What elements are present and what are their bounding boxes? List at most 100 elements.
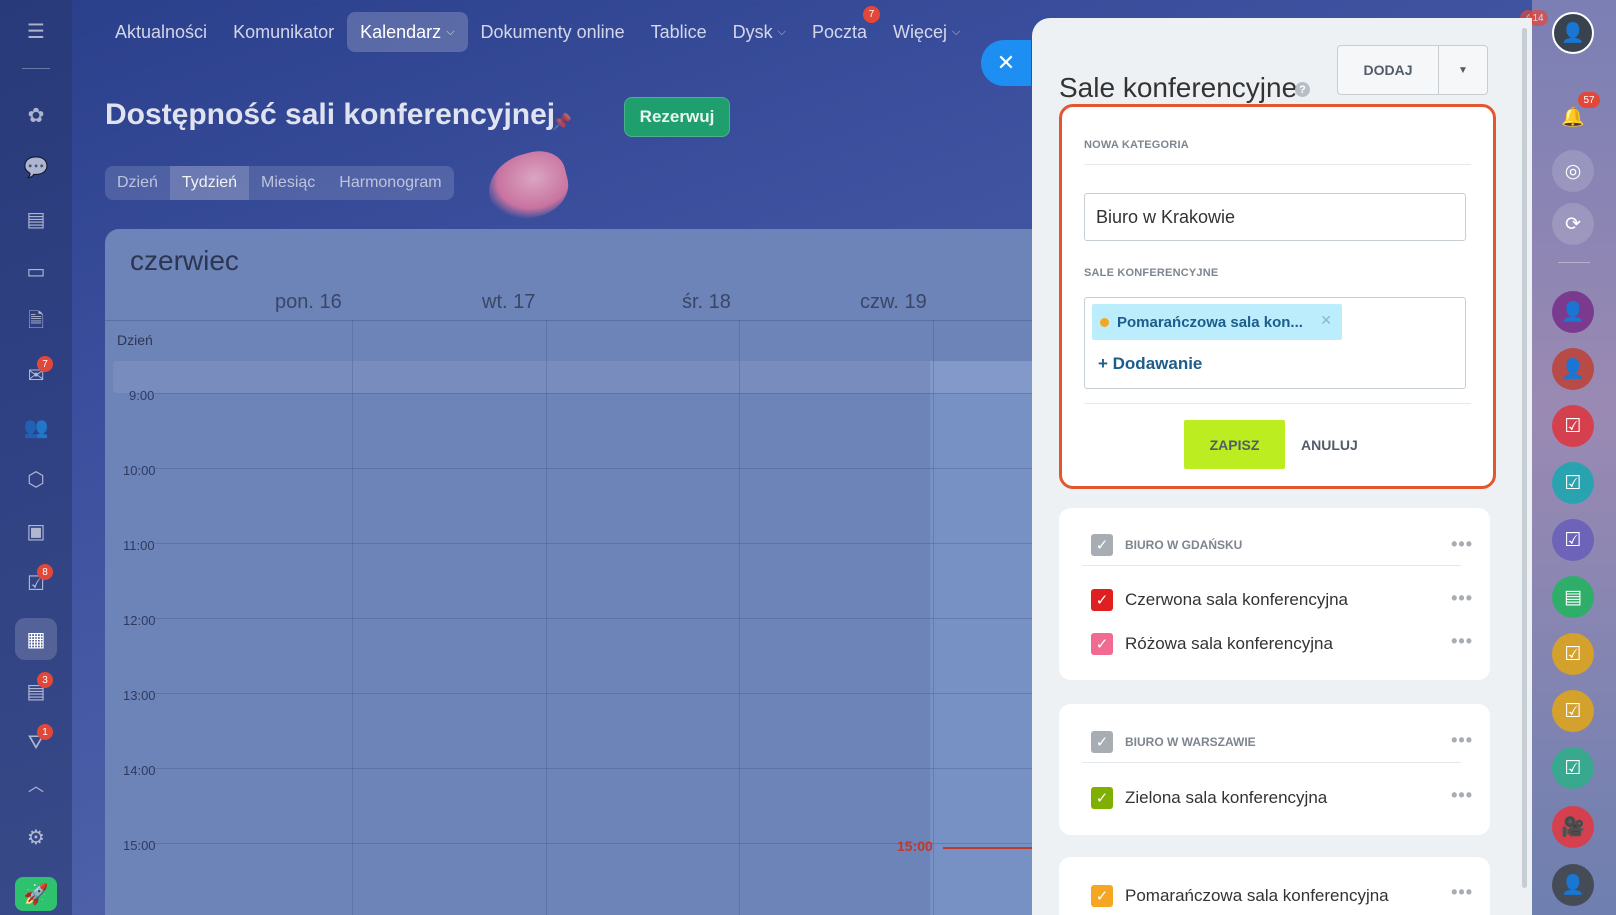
contact-card-icon[interactable]: ▤ 3 xyxy=(15,670,57,712)
today-column xyxy=(930,361,1045,915)
chat-icon[interactable]: 💬 xyxy=(15,146,57,188)
poczta-badge: 7 xyxy=(863,6,881,23)
video-call-icon[interactable]: 🎥 xyxy=(1552,806,1594,848)
checkbox-icon[interactable]: ✓ xyxy=(1091,589,1113,611)
nav-item-kalendarz[interactable]: Kalendarz ⌵ xyxy=(347,12,468,52)
time-label: 10:00 xyxy=(123,463,156,478)
chat-avatar[interactable]: 👤 xyxy=(1552,291,1594,333)
allday-band xyxy=(113,361,1045,393)
checkbox-icon[interactable]: ✓ xyxy=(1091,633,1113,655)
calendar-icon[interactable]: ▦ xyxy=(15,618,57,660)
chat-avatar[interactable]: 👤 xyxy=(1552,864,1594,906)
category-name: BIURO W GDAŃSKU xyxy=(1125,538,1243,552)
remove-icon[interactable]: ✕ xyxy=(1320,312,1332,329)
panel-scrollbar[interactable] xyxy=(1522,28,1527,888)
cancel-button[interactable]: ANULUJ xyxy=(1301,420,1358,469)
checkbox-icon[interactable]: ✓ xyxy=(1091,885,1113,907)
gear-icon[interactable]: ⚙ xyxy=(15,816,57,858)
more-icon[interactable]: ••• xyxy=(1451,534,1473,555)
room-name: Czerwona sala konferencyjna xyxy=(1125,590,1349,609)
page-title: Dostępność sali konferencyjnej xyxy=(105,98,556,131)
nav-item-dokumenty[interactable]: Dokumenty online xyxy=(468,12,638,52)
tasks-icon[interactable]: ☑ 8 xyxy=(15,562,57,604)
category-header[interactable]: ✓ BIURO W WARSZAWIE xyxy=(1091,731,1256,753)
add-room-link[interactable]: + Dodawanie xyxy=(1098,354,1202,374)
more-icon[interactable]: ••• xyxy=(1451,631,1473,652)
more-icon[interactable]: ••• xyxy=(1451,588,1473,609)
room-item[interactable]: ✓ Różowa sala konferencyjna xyxy=(1091,633,1333,655)
funnel-icon[interactable]: ⛛ 1 xyxy=(15,722,57,764)
sync-chat-icon[interactable]: ⟳ xyxy=(1552,203,1594,245)
more-icon[interactable]: ••• xyxy=(1451,785,1473,806)
nav-item-tablice[interactable]: Tablice xyxy=(638,12,720,52)
checkbox-icon[interactable]: ✓ xyxy=(1091,534,1113,556)
drive-icon[interactable]: ▭ xyxy=(15,250,57,292)
hexagon-icon[interactable]: ⬡ xyxy=(15,458,57,500)
conference-rooms-panel: Sale konferencyjne ? DODAJ ▼ NOWA KATEGO… xyxy=(1032,18,1532,915)
collapse-icon[interactable]: ︿ xyxy=(15,774,57,795)
more-icon[interactable]: ••• xyxy=(1451,730,1473,751)
rooms-selector[interactable]: Pomarańczowa sala kon... ✕ + Dodawanie xyxy=(1084,297,1466,389)
nav-item-aktualnosci[interactable]: Aktualności xyxy=(102,12,220,52)
nav-label: Kalendarz xyxy=(360,21,442,42)
task-chat-icon[interactable]: ☑ xyxy=(1552,690,1594,732)
contacts-icon[interactable]: 👥 xyxy=(15,406,57,448)
sidebar-divider xyxy=(22,68,50,69)
task-chat-icon[interactable]: ☑ xyxy=(1552,747,1594,789)
more-icon[interactable]: ••• xyxy=(1451,882,1473,903)
nav-item-komunikator[interactable]: Komunikator xyxy=(220,12,347,52)
reserve-button[interactable]: Rezerwuj xyxy=(624,97,730,137)
form-divider xyxy=(1084,164,1471,165)
time-label: 9:00 xyxy=(129,388,155,403)
tab-day[interactable]: Dzień xyxy=(105,166,170,200)
copilot-icon[interactable]: ◎ xyxy=(1552,150,1594,192)
time-label: 14:00 xyxy=(123,763,156,778)
nav-label: Poczta xyxy=(812,21,868,42)
new-category-form: NOWA KATEGORIA Biuro w Krakowie SALE KON… xyxy=(1059,104,1496,489)
day-header[interactable]: wt. 17 xyxy=(482,291,535,314)
mail-icon[interactable]: ✉ 7 xyxy=(15,354,57,396)
presentation-icon[interactable]: ▣ xyxy=(15,510,57,552)
checkbox-icon[interactable]: ✓ xyxy=(1091,731,1113,753)
tab-week[interactable]: Tydzień xyxy=(169,166,250,200)
selected-room-tag[interactable]: Pomarańczowa sala kon... ✕ xyxy=(1092,304,1342,340)
nav-label: Komunikator xyxy=(233,21,335,42)
rocket-icon[interactable]: 🚀 xyxy=(15,877,57,911)
room-item[interactable]: ✓ Zielona sala konferencyjna xyxy=(1091,787,1327,809)
category-header[interactable]: ✓ BIURO W GDAŃSKU xyxy=(1091,534,1242,556)
task-chat-icon[interactable]: ☑ xyxy=(1552,462,1594,504)
room-item[interactable]: ✓ Czerwona sala konferencyjna xyxy=(1091,589,1348,611)
documents-icon[interactable]: ▤ xyxy=(15,198,57,240)
day-header[interactable]: śr. 18 xyxy=(682,291,731,314)
tab-month[interactable]: Miesiąc xyxy=(249,166,327,200)
document-chat-icon[interactable]: ▤ xyxy=(1552,576,1594,618)
task-chat-icon[interactable]: ☑ xyxy=(1552,405,1594,447)
add-button-label[interactable]: DODAJ xyxy=(1338,46,1439,94)
day-header[interactable]: czw. 19 xyxy=(860,291,927,314)
room-tag-label: Pomarańczowa sala kon... xyxy=(1117,313,1303,331)
save-button[interactable]: ZAPISZ xyxy=(1184,420,1285,469)
room-item[interactable]: ✓ Pomarańczowa sala konferencyjna xyxy=(1091,885,1389,907)
nav-item-dysk[interactable]: Dysk ⌵ xyxy=(720,12,799,52)
category-name-input[interactable]: Biuro w Krakowie xyxy=(1084,193,1466,241)
nav-item-wiecej[interactable]: Więcej ⌵ xyxy=(880,12,973,52)
pin-icon[interactable]: 📌 xyxy=(552,112,572,132)
task-chat-icon[interactable]: ☑ xyxy=(1552,633,1594,675)
menu-icon[interactable]: ☰ xyxy=(15,10,57,52)
chevron-down-icon[interactable]: ▼ xyxy=(1439,46,1487,94)
bell-icon[interactable]: 🔔 57 xyxy=(1552,92,1600,138)
day-header[interactable]: pon. 16 xyxy=(275,291,342,314)
time-label: 15:00 xyxy=(123,838,156,853)
help-icon[interactable]: ? xyxy=(1295,82,1310,97)
checkbox-icon[interactable]: ✓ xyxy=(1091,787,1113,809)
view-tabs: Dzień Tydzień Miesiąc Harmonogram xyxy=(105,166,454,200)
tab-schedule[interactable]: Harmonogram xyxy=(327,166,453,200)
file-icon[interactable]: 🗎 xyxy=(15,302,57,344)
user-avatar[interactable]: 👤 xyxy=(1552,12,1594,54)
feed-icon[interactable]: ✿ xyxy=(15,94,57,136)
nav-item-poczta[interactable]: Poczta 7 xyxy=(799,6,881,52)
left-sidebar: ☰ ✿ 💬 ▤ ▭ 🗎 ✉ 7 👥 ⬡ ▣ ☑ 8 ▦ ▤ 3 ⛛ 1 ︿ ⚙ … xyxy=(0,0,72,915)
task-chat-icon[interactable]: ☑ xyxy=(1552,519,1594,561)
chat-avatar[interactable]: 👤 xyxy=(1552,348,1594,390)
close-icon[interactable]: ✕ xyxy=(981,40,1031,86)
